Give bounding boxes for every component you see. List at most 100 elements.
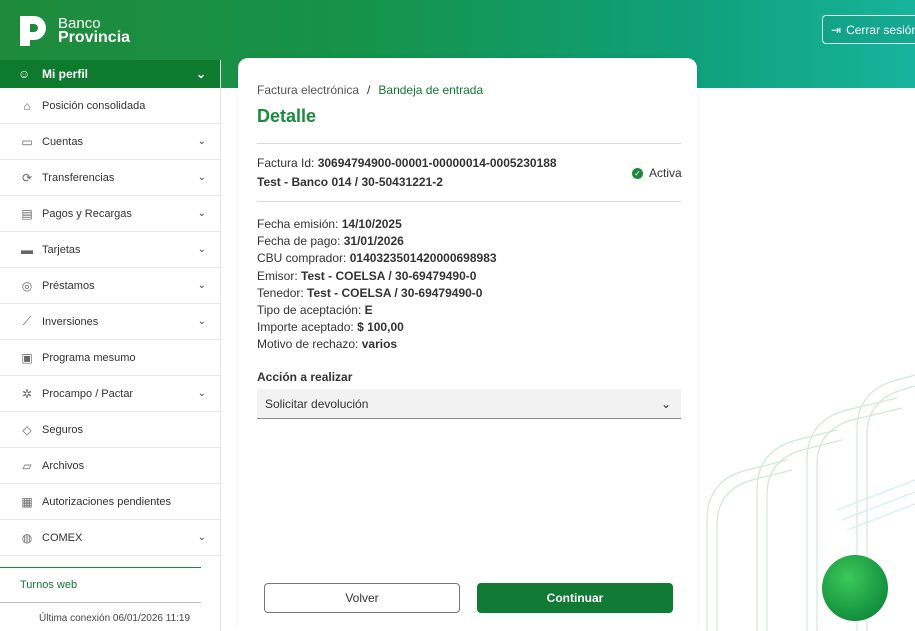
sidebar-item-pagos-y-recargas[interactable]: ▤ Pagos y Recargas ⌄ <box>0 196 220 232</box>
sidebar-item-programa-mesumo[interactable]: ▣ Programa mesumo <box>0 340 220 376</box>
detail-label: Tenedor: <box>257 285 304 300</box>
divider <box>257 143 681 144</box>
chevron-down-icon: ⌄ <box>197 172 206 183</box>
divider <box>257 201 681 202</box>
breadcrumb-parent[interactable]: Factura electrónica <box>257 83 359 97</box>
action-select[interactable]: Solicitar devolución ⌄ <box>257 389 681 419</box>
status-label: Activa <box>649 166 682 180</box>
chevron-down-icon: ⌄ <box>197 532 206 543</box>
turnos-web-link[interactable]: Turnos web <box>0 567 201 603</box>
sidebar-item-archivos[interactable]: ▱ Archivos <box>0 448 220 484</box>
detail-value: 31/01/2026 <box>343 234 404 249</box>
detail-value: E <box>364 303 373 318</box>
last-connection: Última conexión 06/01/2026 11:19 <box>39 613 191 624</box>
sidebar-item-procampo-pactar[interactable]: ✲ Procampo / Pactar ⌄ <box>0 376 220 412</box>
action-selected-value: Solicitar devolución <box>265 396 369 411</box>
sidebar-item-label: Transferencias <box>42 171 115 184</box>
status-badge: ✓ Activa <box>632 166 682 180</box>
user-icon: ☺ <box>18 67 31 81</box>
sidebar-item-pr-stamos[interactable]: ◎ Préstamos ⌄ <box>0 268 220 304</box>
chevron-down-icon: ⌄ <box>197 208 206 219</box>
detail-value: Test - COELSA / 30-69479490-0 <box>307 285 483 300</box>
wheat-icon: ✲ <box>21 386 33 401</box>
invoice-id: Factura Id: 30694794900-00001-00000014-0… <box>257 156 557 170</box>
sidebar-item-tarjetas[interactable]: ▬ Tarjetas ⌄ <box>0 232 220 268</box>
chart-icon: ⟋ <box>22 314 32 328</box>
invoice-id-value: 30694794900-00001-00000014-0005230188 <box>317 156 557 170</box>
detail-value: Test - COELSA / 30-69479490-0 <box>301 268 477 283</box>
detail-card: Factura electrónica / Bandeja de entrada D… <box>238 58 697 631</box>
sidebar-profile[interactable]: ☺ Mi perfil ⌄ <box>0 60 220 88</box>
chevron-down-icon: ⌄ <box>197 388 206 399</box>
globe-icon: ◍ <box>21 530 33 545</box>
home-icon: ⌂ <box>23 98 31 113</box>
detail-label: Importe aceptado: <box>257 320 354 335</box>
breadcrumb-separator: / <box>367 83 371 97</box>
breadcrumb: Factura electrónica / Bandeja de entrada <box>257 83 483 97</box>
detail-value: $ 100,00 <box>357 320 404 335</box>
detail-row: CBU comprador: 0140323501420000698983 <box>257 250 497 267</box>
detail-value: 0140323501420000698983 <box>349 251 497 266</box>
detail-value: varios <box>361 337 398 352</box>
logout-icon: ⇥ <box>831 22 842 37</box>
invoice-details: Fecha emisión: 14/10/2025 Fecha de pago: … <box>257 216 497 354</box>
detail-row: Emisor: Test - COELSA / 30-69479490-0 <box>257 268 497 285</box>
invoice-subtitle: Test - Banco 014 / 30-50431221-2 <box>257 175 443 189</box>
sidebar-item-transferencias[interactable]: ⟳ Transferencias ⌄ <box>0 160 220 196</box>
detail-row: Tenedor: Test - COELSA / 30-69479490-0 <box>257 285 497 302</box>
detail-row: Fecha emisión: 14/10/2025 <box>257 216 497 233</box>
chevron-down-icon: ⌄ <box>660 396 671 411</box>
decorative-pattern <box>706 374 915 631</box>
sidebar-item-label: Pagos y Recargas <box>42 207 132 220</box>
logo-mark-icon <box>20 16 46 46</box>
decorative-circle <box>822 555 888 621</box>
sidebar-item-label: Préstamos <box>42 279 95 292</box>
sidebar-item-label: Archivos <box>42 459 85 472</box>
continue-button-label: Continuar <box>546 591 604 605</box>
sidebar-item-inversiones[interactable]: ⟋ Inversiones ⌄ <box>0 304 220 340</box>
document-icon: ▦ <box>21 494 33 509</box>
sidebar-item-label: Posición consolidada <box>42 99 146 112</box>
sidebar-item-label: Autorizaciones pendientes <box>42 495 172 508</box>
turnos-label: Turnos web <box>20 579 78 591</box>
sidebar-item-posici-n-consolidada[interactable]: ⌂ Posición consolidada <box>0 88 220 124</box>
receipt-icon: ▤ <box>21 206 33 221</box>
action-label: Acción a realizar <box>257 370 353 384</box>
chevron-down-icon: ⌄ <box>197 244 206 255</box>
gift-icon: ▣ <box>21 350 33 365</box>
sidebar-item-label: Inversiones <box>42 315 99 328</box>
breadcrumb-current[interactable]: Bandeja de entrada <box>378 83 483 97</box>
sidebar-item-autorizaciones-pendientes[interactable]: ▦ Autorizaciones pendientes <box>0 484 220 520</box>
bank-logo[interactable]: Banco Provincia <box>18 14 130 48</box>
detail-label: Tipo de aceptación: <box>257 303 362 318</box>
transfer-icon: ⟳ <box>21 170 33 185</box>
continue-button[interactable]: Continuar <box>477 583 673 613</box>
sidebar-item-seguros[interactable]: ◇ Seguros <box>0 412 220 448</box>
detail-row: Motivo de rechazo: varios <box>257 336 497 353</box>
detail-label: Motivo de rechazo: <box>257 337 359 352</box>
detail-label: Fecha de pago: <box>257 234 341 249</box>
page-title: Detalle <box>257 106 317 126</box>
sidebar-item-cuentas[interactable]: ▭ Cuentas ⌄ <box>0 124 220 160</box>
profile-label: Mi perfil <box>42 67 89 81</box>
wallet-icon: ▭ <box>21 134 33 149</box>
logout-label: Cerrar sesión <box>846 22 915 37</box>
detail-value: 14/10/2025 <box>341 217 402 231</box>
sidebar-item-label: Seguros <box>42 423 83 436</box>
sidebar-item-label: Programa mesumo <box>42 351 136 364</box>
chevron-down-icon: ⌄ <box>197 316 206 327</box>
logout-button[interactable]: ⇥ Cerrar sesión <box>822 15 915 44</box>
sidebar-menu: ⌂ Posición consolidada ▭ Cuentas ⌄ ⟳ Transfere… <box>0 88 220 556</box>
chevron-down-icon: ⌄ <box>195 67 206 81</box>
sidebar-item-label: Tarjetas <box>42 243 81 256</box>
chevron-down-icon: ⌄ <box>197 136 206 147</box>
folder-icon: ▱ <box>22 458 32 473</box>
loan-icon: ◎ <box>21 278 33 293</box>
sidebar: ☺ Mi perfil ⌄ ⌂ Posición consolidada ▭ Cuen… <box>0 60 221 631</box>
back-button[interactable]: Volver <box>264 583 460 613</box>
sidebar-item-comex[interactable]: ◍ COMEX ⌄ <box>0 520 220 556</box>
chevron-down-icon: ⌄ <box>197 280 206 291</box>
brand-line2: Provincia <box>58 29 131 46</box>
sidebar-item-label: COMEX <box>42 531 83 544</box>
detail-row: Tipo de aceptación: E <box>257 302 497 319</box>
